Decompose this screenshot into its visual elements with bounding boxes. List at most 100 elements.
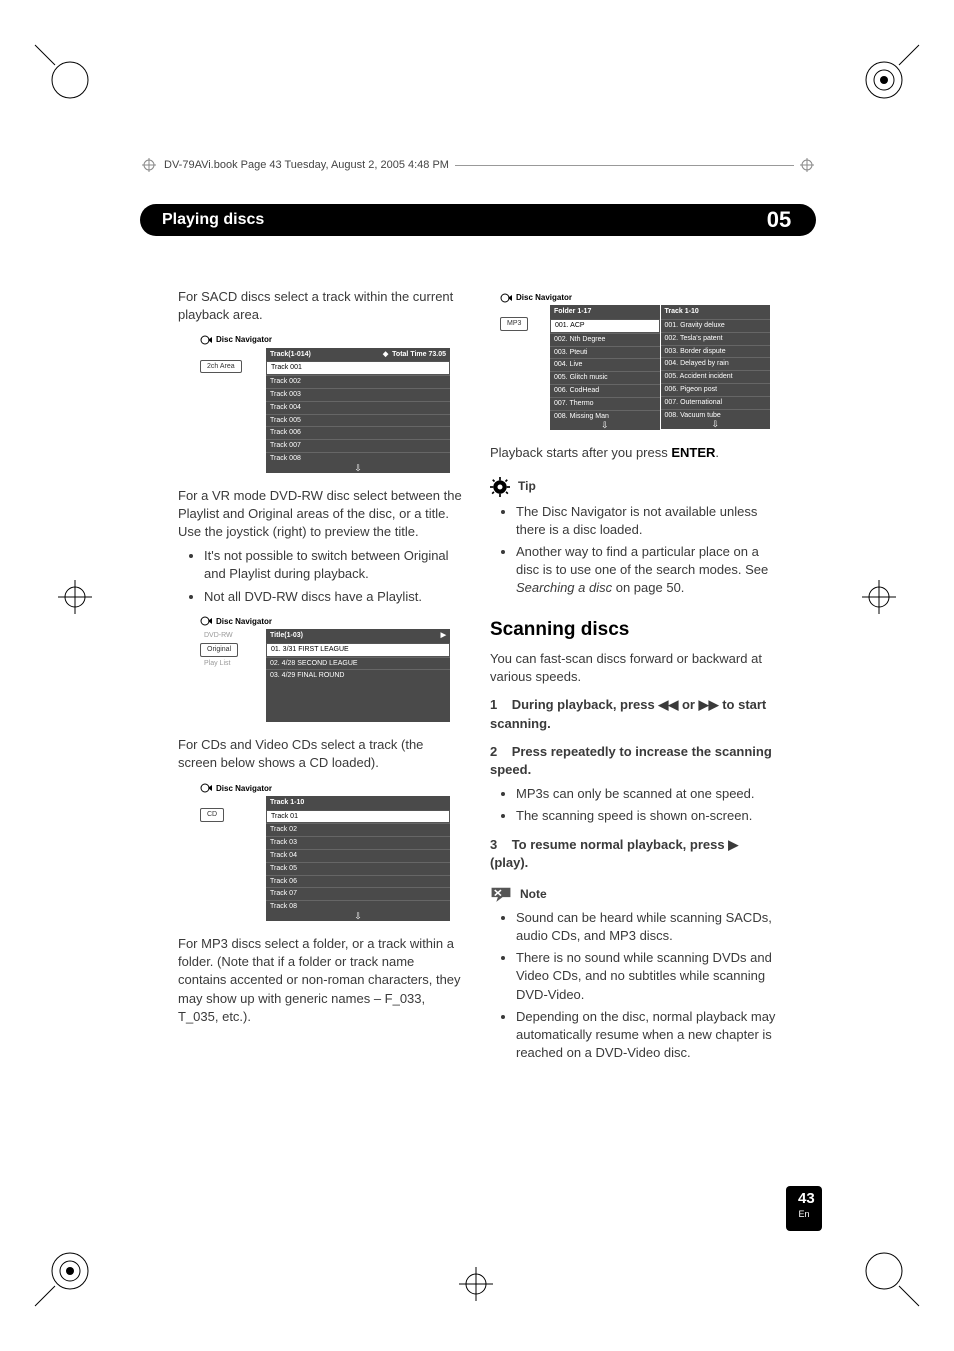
text: or bbox=[678, 697, 698, 712]
registration-mark-left bbox=[58, 580, 92, 614]
panel-label: Disc Navigator bbox=[216, 616, 272, 627]
list-item: 002. Nth Degree bbox=[550, 333, 660, 346]
play-icon: ▶ bbox=[728, 837, 738, 852]
list-item: Track 05 bbox=[266, 862, 450, 875]
col-head-right: Total Time 73.05 bbox=[392, 351, 446, 358]
bullet-item: The Disc Navigator is not available unle… bbox=[516, 503, 776, 539]
list-item: Track 03 bbox=[266, 836, 450, 849]
list-item: 007. Thermo bbox=[550, 397, 660, 410]
bullet-item: Not all DVD-RW discs have a Playlist. bbox=[204, 588, 464, 606]
list-item: 01. 3/31 FIRST LEAGUE bbox=[266, 643, 450, 657]
list-item: 02. 4/28 SECOND LEAGUE bbox=[266, 657, 450, 670]
list-item: 003. Border dispute bbox=[661, 345, 771, 358]
side-item: Play List bbox=[200, 657, 266, 671]
list-item: Track 003 bbox=[266, 388, 450, 401]
step-number: 2 bbox=[490, 744, 497, 759]
bullet-item: Depending on the disc, normal playback m… bbox=[516, 1008, 776, 1063]
disc-navigator-sacd: Disc Navigator 2ch Area Track(1-014) ◆ T… bbox=[200, 334, 450, 472]
text: Press repeatedly to increase the scannin… bbox=[490, 744, 772, 777]
bullet-item: The scanning speed is shown on-screen. bbox=[516, 807, 776, 825]
bullet-item: It's not possible to switch between Orig… bbox=[204, 547, 464, 583]
paragraph: Playback starts after you press ENTER. bbox=[490, 444, 776, 462]
list-item: 006. Pigeon post bbox=[661, 383, 771, 396]
header-reg-icon-right bbox=[800, 158, 814, 172]
gear-icon bbox=[490, 477, 510, 497]
page-number: 43 En bbox=[786, 1186, 822, 1231]
side-selected: MP3 bbox=[500, 317, 528, 331]
scroll-arrow-icon: ⇩ bbox=[266, 465, 450, 473]
disc-navigator-icon bbox=[500, 293, 512, 303]
list-item: Track 01 bbox=[266, 810, 450, 824]
bullet-item: MP3s can only be scanned at one speed. bbox=[516, 785, 776, 803]
paragraph: For a VR mode DVD-RW disc select between… bbox=[178, 487, 464, 542]
list-item: 004. Delayed by rain bbox=[661, 357, 771, 370]
side-selected: Original bbox=[200, 643, 238, 657]
text: To resume normal playback, press bbox=[512, 837, 729, 852]
enter-label: ENTER bbox=[671, 445, 715, 460]
chapter-title: Playing discs bbox=[140, 204, 300, 236]
text: . bbox=[715, 445, 719, 460]
diamond-icon: ◆ bbox=[383, 351, 388, 358]
paragraph: You can fast-scan discs forward or backw… bbox=[490, 650, 776, 686]
text: During playback, press bbox=[512, 697, 659, 712]
print-header: DV-79AVi.book Page 43 Tuesday, August 2,… bbox=[142, 158, 814, 172]
disc-navigator-icon bbox=[200, 616, 212, 626]
list-item: Track 007 bbox=[266, 439, 450, 452]
note-header: Note bbox=[490, 886, 776, 903]
registration-mark-bottom-left bbox=[30, 1251, 90, 1311]
scroll-arrow-icon: ⇩ bbox=[266, 913, 450, 921]
text: (play). bbox=[490, 855, 528, 870]
chapter-bar: Playing discs 05 bbox=[140, 204, 816, 236]
list-item: 002. Tesla's patent bbox=[661, 332, 771, 345]
rewind-icon: ◀◀ bbox=[658, 697, 678, 712]
step-number: 1 bbox=[490, 697, 497, 712]
page-language: En bbox=[798, 1209, 810, 1219]
disc-navigator-cd: Disc Navigator CD Track 1-10 Track 01 Tr… bbox=[200, 783, 450, 921]
list-item: 005. Glitch music bbox=[550, 371, 660, 384]
list-item: 001. Gravity deluxe bbox=[661, 319, 771, 332]
panel-label: Disc Navigator bbox=[216, 783, 272, 794]
disc-navigator-icon bbox=[200, 335, 212, 345]
disc-navigator-icon bbox=[200, 783, 212, 793]
list-item: Track 002 bbox=[266, 375, 450, 388]
list-item: Track 006 bbox=[266, 426, 450, 439]
registration-mark-right bbox=[862, 580, 896, 614]
side-selected: CD bbox=[200, 808, 224, 822]
print-header-text: DV-79AVi.book Page 43 Tuesday, August 2,… bbox=[164, 159, 449, 171]
registration-mark-top-left bbox=[30, 40, 90, 100]
scroll-arrow-icon: ⇩ bbox=[661, 421, 771, 429]
list-item: 03. 4/29 FINAL ROUND bbox=[266, 669, 450, 682]
list-item: 004. Live bbox=[550, 358, 660, 371]
list-item: 001. ACP bbox=[550, 319, 660, 333]
col-head: Track 1-10 bbox=[270, 798, 304, 808]
text: on page 50. bbox=[612, 580, 684, 595]
play-arrow-icon: ▶ bbox=[441, 631, 446, 641]
list-item: 003. Pteuti bbox=[550, 346, 660, 359]
list-item: Track 04 bbox=[266, 849, 450, 862]
disc-navigator-dvdrw: Disc Navigator DVD-RW Original Play List… bbox=[200, 616, 450, 722]
step-2: 2 Press repeatedly to increase the scann… bbox=[490, 743, 776, 779]
right-column: Disc Navigator MP3 Folder 1-17 001. ACP … bbox=[490, 282, 776, 1201]
scroll-arrow-icon: ⇩ bbox=[550, 422, 660, 430]
panel-label: Disc Navigator bbox=[216, 334, 272, 345]
list-item: Track 004 bbox=[266, 401, 450, 414]
paragraph: For SACD discs select a track within the… bbox=[178, 288, 464, 324]
list-item: 007. Outernational bbox=[661, 396, 771, 409]
page-number-value: 43 bbox=[798, 1190, 815, 1207]
panel-label: Disc Navigator bbox=[516, 292, 572, 303]
chapter-number: 05 bbox=[746, 204, 816, 236]
reference-title: Searching a disc bbox=[516, 580, 612, 595]
step-1: 1 During playback, press ◀◀ or ▶▶ to sta… bbox=[490, 696, 776, 732]
note-icon bbox=[490, 886, 512, 902]
registration-mark-bottom bbox=[459, 1267, 493, 1301]
registration-mark-top-right bbox=[864, 40, 924, 100]
paragraph: For CDs and Video CDs select a track (th… bbox=[178, 736, 464, 772]
step-3: 3 To resume normal playback, press ▶ (pl… bbox=[490, 836, 776, 872]
section-heading: Scanning discs bbox=[490, 617, 776, 644]
text: Another way to find a particular place o… bbox=[516, 544, 768, 577]
list-item: Track 001 bbox=[266, 361, 450, 375]
list-item: Track 02 bbox=[266, 823, 450, 836]
col-head: Folder 1-17 bbox=[554, 307, 591, 317]
list-item: Track 005 bbox=[266, 414, 450, 427]
list-item: 006. CodHead bbox=[550, 384, 660, 397]
